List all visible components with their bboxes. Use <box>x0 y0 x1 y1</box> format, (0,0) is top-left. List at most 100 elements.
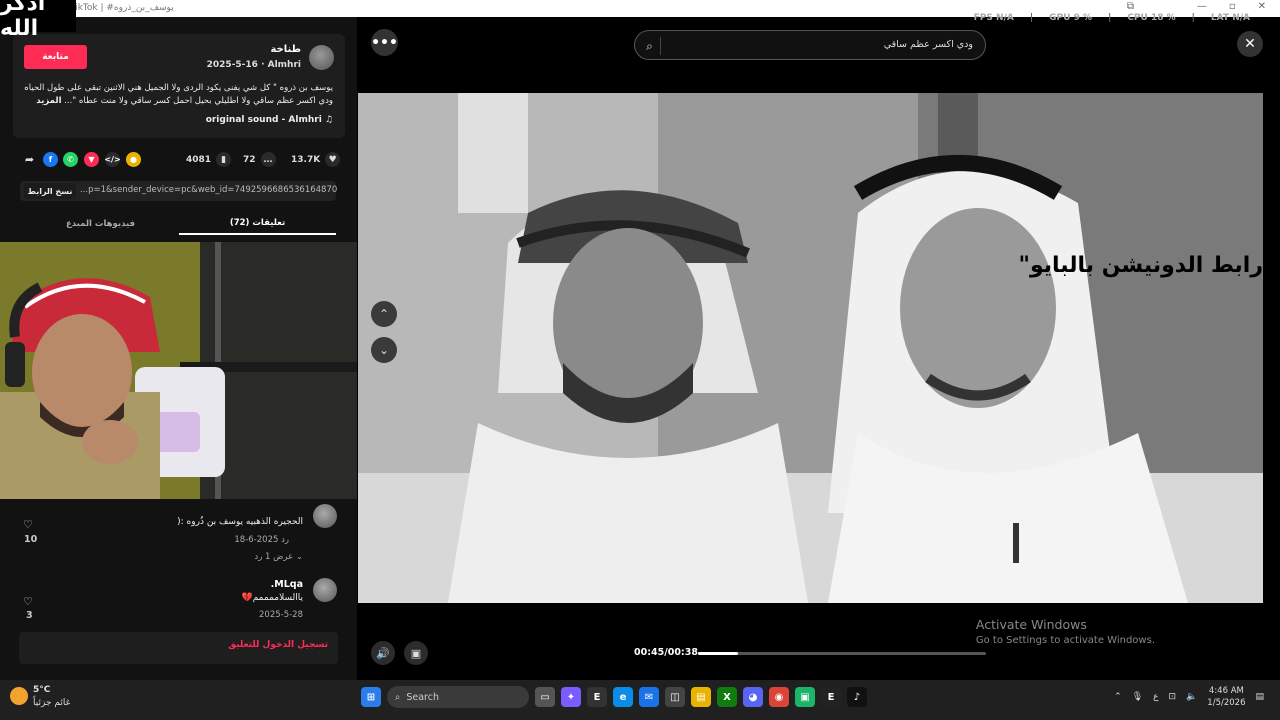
tab-creator-videos[interactable]: فيديوهات المبدع <box>22 213 179 235</box>
webcam-image <box>0 242 365 499</box>
task-view-icon[interactable]: ▭ <box>535 687 555 707</box>
video-player[interactable]: رابط الدونيشن بالبايو" <box>358 93 1263 603</box>
facebook-icon[interactable]: f <box>43 152 58 167</box>
speaker-icon[interactable]: 🔈 <box>1186 692 1197 702</box>
clock[interactable]: 4:46 AM 1/5/2026 <box>1207 685 1245 709</box>
network-icon[interactable]: ⊡ <box>1169 692 1177 702</box>
comment-avatar[interactable] <box>313 578 337 602</box>
comment-heart-icon[interactable]: ♡ <box>23 595 33 608</box>
comment-icon: … <box>260 152 276 167</box>
search-icon[interactable]: ⌕ <box>643 37 661 55</box>
search-input[interactable]: ودي اكسر عظم ساقي <box>884 39 973 50</box>
previous-video-button[interactable]: ⌃ <box>371 301 397 327</box>
capture-app-icon[interactable]: ▣ <box>795 687 815 707</box>
activate-title: Activate Windows <box>975 617 1087 632</box>
view-replies-label: عرض 1 رد <box>254 552 294 562</box>
saves-count: 4081 <box>186 154 212 165</box>
comment-author[interactable]: MLqa. <box>271 579 303 590</box>
tab-comments[interactable]: (72) تعليقات <box>179 213 336 235</box>
mail-icon[interactable]: ✉ <box>639 687 659 707</box>
progress-fill <box>698 652 739 655</box>
reply-link[interactable]: رد <box>281 535 289 545</box>
discord-icon[interactable]: ◕ <box>743 687 763 707</box>
share-arrow-icon[interactable]: ➦ <box>22 152 37 167</box>
tray-chevron-icon[interactable]: ⌃ <box>1114 692 1122 702</box>
epic-games-icon[interactable]: E <box>587 687 607 707</box>
xbox-icon[interactable]: X <box>717 687 737 707</box>
clock-time: 4:46 AM <box>1208 686 1244 696</box>
microphone-icon[interactable]: 🎙 <box>1132 692 1143 702</box>
file-explorer-icon[interactable]: ▤ <box>691 687 711 707</box>
author-avatar[interactable] <box>309 45 334 70</box>
coin-icon[interactable]: ● <box>126 152 141 167</box>
share-link-text[interactable]: ...p=1&sender_device=pc&web_id=749259668… <box>80 185 337 195</box>
action-bar: ➦ f ✆ ▼ </> ● 4081 ▮ 72 … 13.7K ♥ <box>0 148 357 170</box>
link-box: نسخ الرابط ...p=1&sender_device=pc&web_i… <box>20 181 337 201</box>
maximize-button[interactable]: ▫ <box>1229 1 1236 12</box>
volume-icon[interactable]: 🔊 <box>371 641 395 665</box>
close-window-button[interactable]: ✕ <box>1258 1 1266 12</box>
copy-link-button[interactable]: نسخ الرابط <box>24 183 76 199</box>
embed-icon[interactable]: </> <box>104 152 121 167</box>
login-to-comment-button[interactable]: تسجيل الدخول للتعليق <box>228 640 328 650</box>
more-link[interactable]: المزيد <box>36 96 61 106</box>
webcam-feed <box>0 242 365 499</box>
language-indicator[interactable]: ع <box>1153 692 1158 702</box>
comments-action[interactable]: 72 … <box>243 152 276 167</box>
stat-cpu: CPU 18 % <box>1127 13 1176 23</box>
post-info-card: متابعة طناخة 2025-5-16 · Almhri يوسف بن … <box>13 34 345 138</box>
chrome-icon[interactable]: ◉ <box>769 687 789 707</box>
system-tray: ⌃ 🎙 ع ⊡ 🔈 4:46 AM 1/5/2026 ▤ <box>1114 685 1264 709</box>
copilot-icon[interactable]: ✦ <box>561 687 581 707</box>
taskbar-apps: ⊞ ⌕ Search ▭ ✦ E e ✉ ◫ ▤ X ◕ ◉ ▣ E ♪ <box>361 686 867 708</box>
follow-button[interactable]: متابعة <box>24 45 87 69</box>
search-icon: ⌕ <box>395 691 401 703</box>
close-video-button[interactable]: ✕ <box>1237 31 1263 57</box>
progress-bar[interactable] <box>698 652 986 655</box>
search-bar[interactable]: ⌕ ودي اكسر عظم ساقي <box>634 30 986 60</box>
view-replies[interactable]: عرض 1 رد ⌄ <box>254 552 303 562</box>
notification-icon[interactable]: ▤ <box>1255 692 1264 702</box>
extension-icon[interactable]: ⧉ <box>1127 1 1134 12</box>
taskbar-search[interactable]: ⌕ Search <box>387 686 529 708</box>
tiktok-icon[interactable]: ♪ <box>847 687 867 707</box>
pip-icon[interactable]: ▣ <box>404 641 428 665</box>
start-icon[interactable]: ⊞ <box>361 687 381 707</box>
epic-games-launcher-icon[interactable]: E <box>821 687 841 707</box>
sound-label: original sound - Almhri <box>205 115 322 125</box>
comment-avatar[interactable] <box>313 504 337 528</box>
edge-icon[interactable]: e <box>613 687 633 707</box>
video-frame-image <box>358 93 1263 603</box>
author-meta: 2025-5-16 · Almhri <box>206 60 301 70</box>
post-description: يوسف بن ذروه " كل شي يفنى يكود الردى ولا… <box>23 82 333 108</box>
whatsapp-icon[interactable]: ✆ <box>63 152 78 167</box>
likes-count: 13.7K <box>291 154 321 165</box>
playback-time: 00:45/00:38 <box>634 647 698 658</box>
dhikr-overlay: اذكر الله <box>0 0 76 41</box>
likes-action[interactable]: 13.7K ♥ <box>291 152 341 167</box>
donation-overlay-text: رابط الدونيشن بالبايو" <box>1018 253 1264 278</box>
heart-icon: ♥ <box>325 152 341 167</box>
comment-likes: 10 <box>24 534 38 545</box>
taskbar-search-label: Search <box>406 691 439 703</box>
performance-overlay: FPS N/A | GPU 9 % | CPU 18 % | LAT N/A <box>973 13 1250 23</box>
stat-lat: LAT N/A <box>1210 13 1250 23</box>
author-name[interactable]: طناخة <box>270 44 301 55</box>
sound-link[interactable]: original sound - Almhri ♫ <box>206 115 333 125</box>
screen: يوسف_بن_ذروه# | TikTok ⧉ — ▫ ✕ اذكر الله… <box>0 0 1280 720</box>
store-icon[interactable]: ◫ <box>665 687 685 707</box>
comments-list: الحجيره الذهبيه يوسف بن ذُروه :( رد 2025… <box>0 500 357 620</box>
friends-share-icon[interactable]: ▼ <box>84 152 99 167</box>
next-video-button[interactable]: ⌄ <box>371 337 397 363</box>
saves-action[interactable]: 4081 ▮ <box>186 152 232 167</box>
more-options-button[interactable]: ••• <box>371 29 398 56</box>
comment-heart-icon[interactable]: ♡ <box>23 518 33 531</box>
taskbar: 5°C غائم جزئياً ⊞ ⌕ Search ▭ ✦ E e ✉ ◫ ▤… <box>0 680 1280 720</box>
music-note-icon: ♫ <box>324 115 333 125</box>
window-controls: — ▫ ✕ <box>1197 1 1266 12</box>
comment-date: 2025-6-18 <box>234 535 279 545</box>
activate-windows-watermark: Activate Windows Go to Settings to activ… <box>976 617 1155 646</box>
comment-text: ياالسلاممممم💔 <box>241 593 303 603</box>
bookmark-icon: ▮ <box>216 152 232 167</box>
minimize-button[interactable]: — <box>1197 1 1207 12</box>
